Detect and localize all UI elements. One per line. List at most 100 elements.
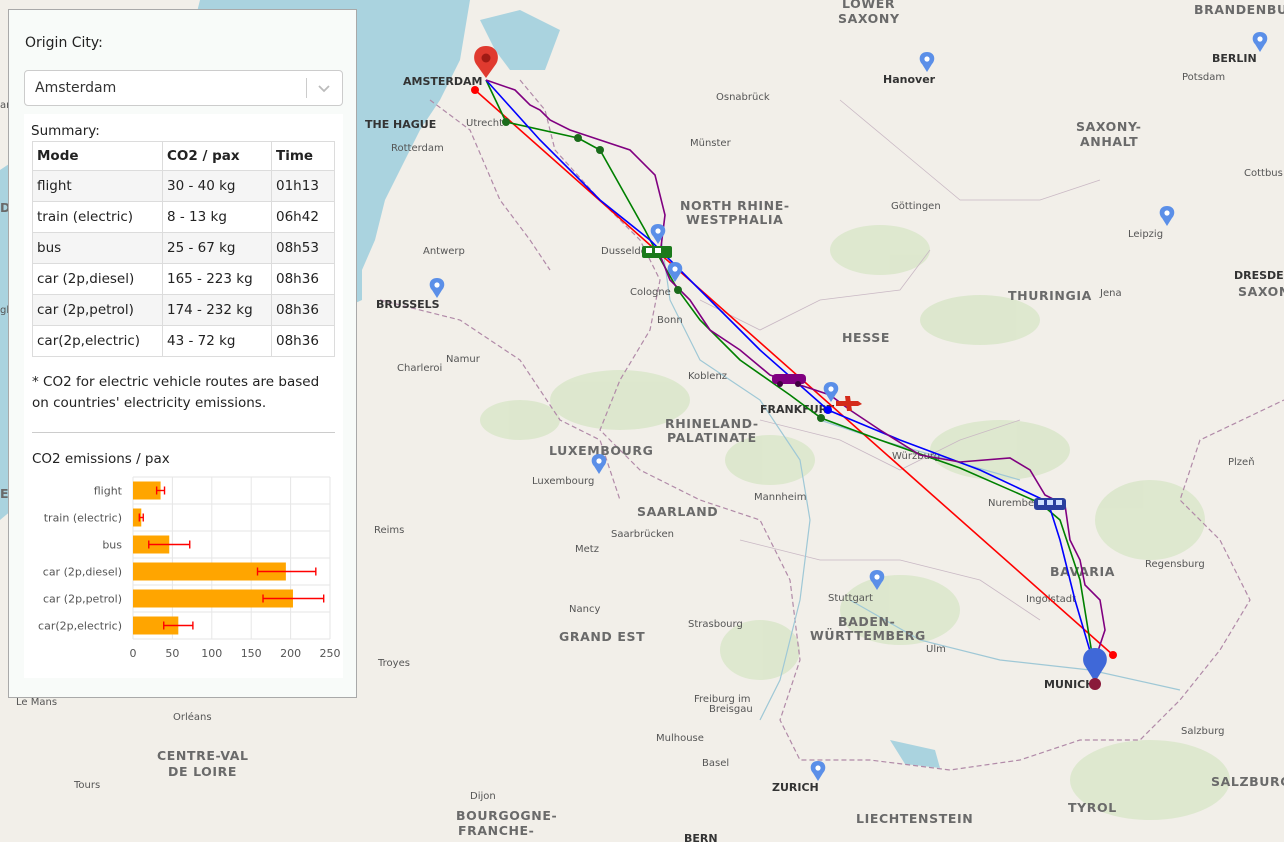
map-label: Utrecht [466,118,503,129]
map-label: Antwerp [423,246,465,257]
map-label: Troyes [377,658,410,669]
map-label: Reims [374,525,404,536]
map-label: Mulhouse [656,733,704,744]
map-label: Salzburg [1181,726,1224,737]
cell-co2: 43 - 72 kg [162,325,272,357]
map-label: Göttingen [891,201,941,212]
map-label: Metz [575,544,599,555]
map-label: PALATINATE [667,430,757,445]
map-label: SAARLAND [637,504,718,519]
map-label: Potsdam [1182,72,1225,83]
map-label: HESSE [842,330,890,345]
y-tick-label: flight [94,485,123,498]
cell-time: 08h36 [271,263,335,295]
map-label: GRAND EST [559,629,645,644]
chevron-down-icon[interactable] [316,80,332,96]
map-label: BADEN- [838,614,895,629]
y-tick-label: bus [102,539,122,552]
summary-table: Mode CO2 / pax Time flight 30 - 40 kg 01h1… [32,141,335,357]
map-label: CENTRE-VAL [157,748,249,763]
map-label: TYROL [1068,800,1117,815]
map-label: LOWER [842,0,895,11]
map-label: THURINGIA [1008,288,1092,303]
map-label: Leipzig [1128,229,1163,240]
cell-mode: car (2p,petrol) [32,294,163,326]
map-label: Mannheim [754,492,806,503]
map-label: BOURGOGNE- [456,808,557,823]
cell-mode: train (electric) [32,201,163,233]
origin-city-select[interactable]: Amsterdam [24,70,343,106]
select-separator [306,78,307,98]
map-label: Dijon [470,791,496,802]
map-label: Saarbrücken [611,529,674,540]
origin-city-label: Origin City: [25,35,103,51]
map-label: BERN [684,832,718,842]
x-tick-label: 150 [241,647,262,660]
map-label: ZURICH [772,781,819,794]
map-label: Jena [1099,288,1122,299]
map-label: WESTPHALIA [686,212,783,227]
map-label: Cottbus [1244,168,1283,179]
col-header-time: Time [271,141,335,171]
cell-co2: 174 - 232 kg [162,294,272,326]
map-label: Osnabrück [716,92,770,103]
cell-time: 08h53 [271,232,335,264]
map-label: Koblenz [688,371,727,382]
y-tick-label: car (2p,diesel) [43,566,122,579]
map-label: RHINELAND- [665,416,759,431]
x-tick-label: 200 [280,647,301,660]
table-row: car (2p,petrol) 174 - 232 kg 08h36 [32,294,335,326]
map-label: LIECHTENSTEIN [856,811,973,826]
map-label: Basel [702,758,729,769]
map-label: Nancy [569,604,600,615]
map-label: Le Mans [16,697,57,708]
table-row: train (electric) 8 - 13 kg 06h42 [32,201,335,233]
map-label: Regensburg [1145,559,1205,570]
x-tick-label: 0 [130,647,137,660]
map-label: Strasbourg [688,619,743,630]
cell-mode: bus [32,232,163,264]
map-label: Ulm [926,644,946,655]
map-label: SAXONY [838,11,900,26]
summary-label: Summary: [31,123,100,139]
cell-time: 01h13 [271,170,335,202]
map-label: BRUSSELS [376,298,440,311]
x-tick-label: 50 [165,647,179,660]
y-tick-label: train (electric) [44,512,122,525]
map-label: SALZBURG [1211,774,1284,789]
train-icon[interactable] [642,246,672,258]
co2-bar-chart: 0 50 100 150 200 250 flight train (electric) bus… [38,476,341,660]
cell-time: 08h36 [271,294,335,326]
cell-co2: 8 - 13 kg [162,201,272,233]
map-label: Tours [73,780,100,791]
map-label: Hanover [883,73,936,86]
cell-time: 08h36 [271,325,335,357]
cell-mode: flight [32,170,163,202]
map-label: WÜRTTEMBERG [810,628,926,643]
cell-time: 06h42 [271,201,335,233]
co2-note: * CO2 for electric vehicle routes are ba… [32,374,320,411]
table-row: flight 30 - 40 kg 01h13 [32,170,335,202]
control-panel: Origin City: Amsterdam Summary: Mode CO2… [8,9,357,698]
cell-mode: car (2p,diesel) [32,263,163,295]
origin-city-value: Amsterdam [35,80,117,96]
map-label: ANHALT [1080,134,1138,149]
cell-co2: 25 - 67 kg [162,232,272,264]
map-label: Bonn [657,315,683,326]
y-tick-label: car(2p,electric) [38,620,122,633]
map-label: DRESDEN [1234,269,1284,282]
map-label: MUNICH [1044,678,1094,691]
map-label: NORTH RHINE- [680,198,790,213]
cell-mode: car(2p,electric) [32,325,163,357]
col-header-mode: Mode [32,141,163,171]
map-label: FRANCHE- [458,823,534,838]
map-label: Plzeň [1228,456,1255,468]
table-row: bus 25 - 67 kg 08h53 [32,232,335,264]
map-label: BERLIN [1212,52,1257,65]
bus-icon[interactable] [1034,498,1066,510]
map-label: DE LOIRE [168,764,237,779]
chart-title: CO2 emissions / pax [32,451,170,467]
table-row: car (2p,diesel) 165 - 223 kg 08h36 [32,263,335,295]
map-label: AMSTERDAM [403,75,482,88]
map-label: Namur [446,354,481,365]
